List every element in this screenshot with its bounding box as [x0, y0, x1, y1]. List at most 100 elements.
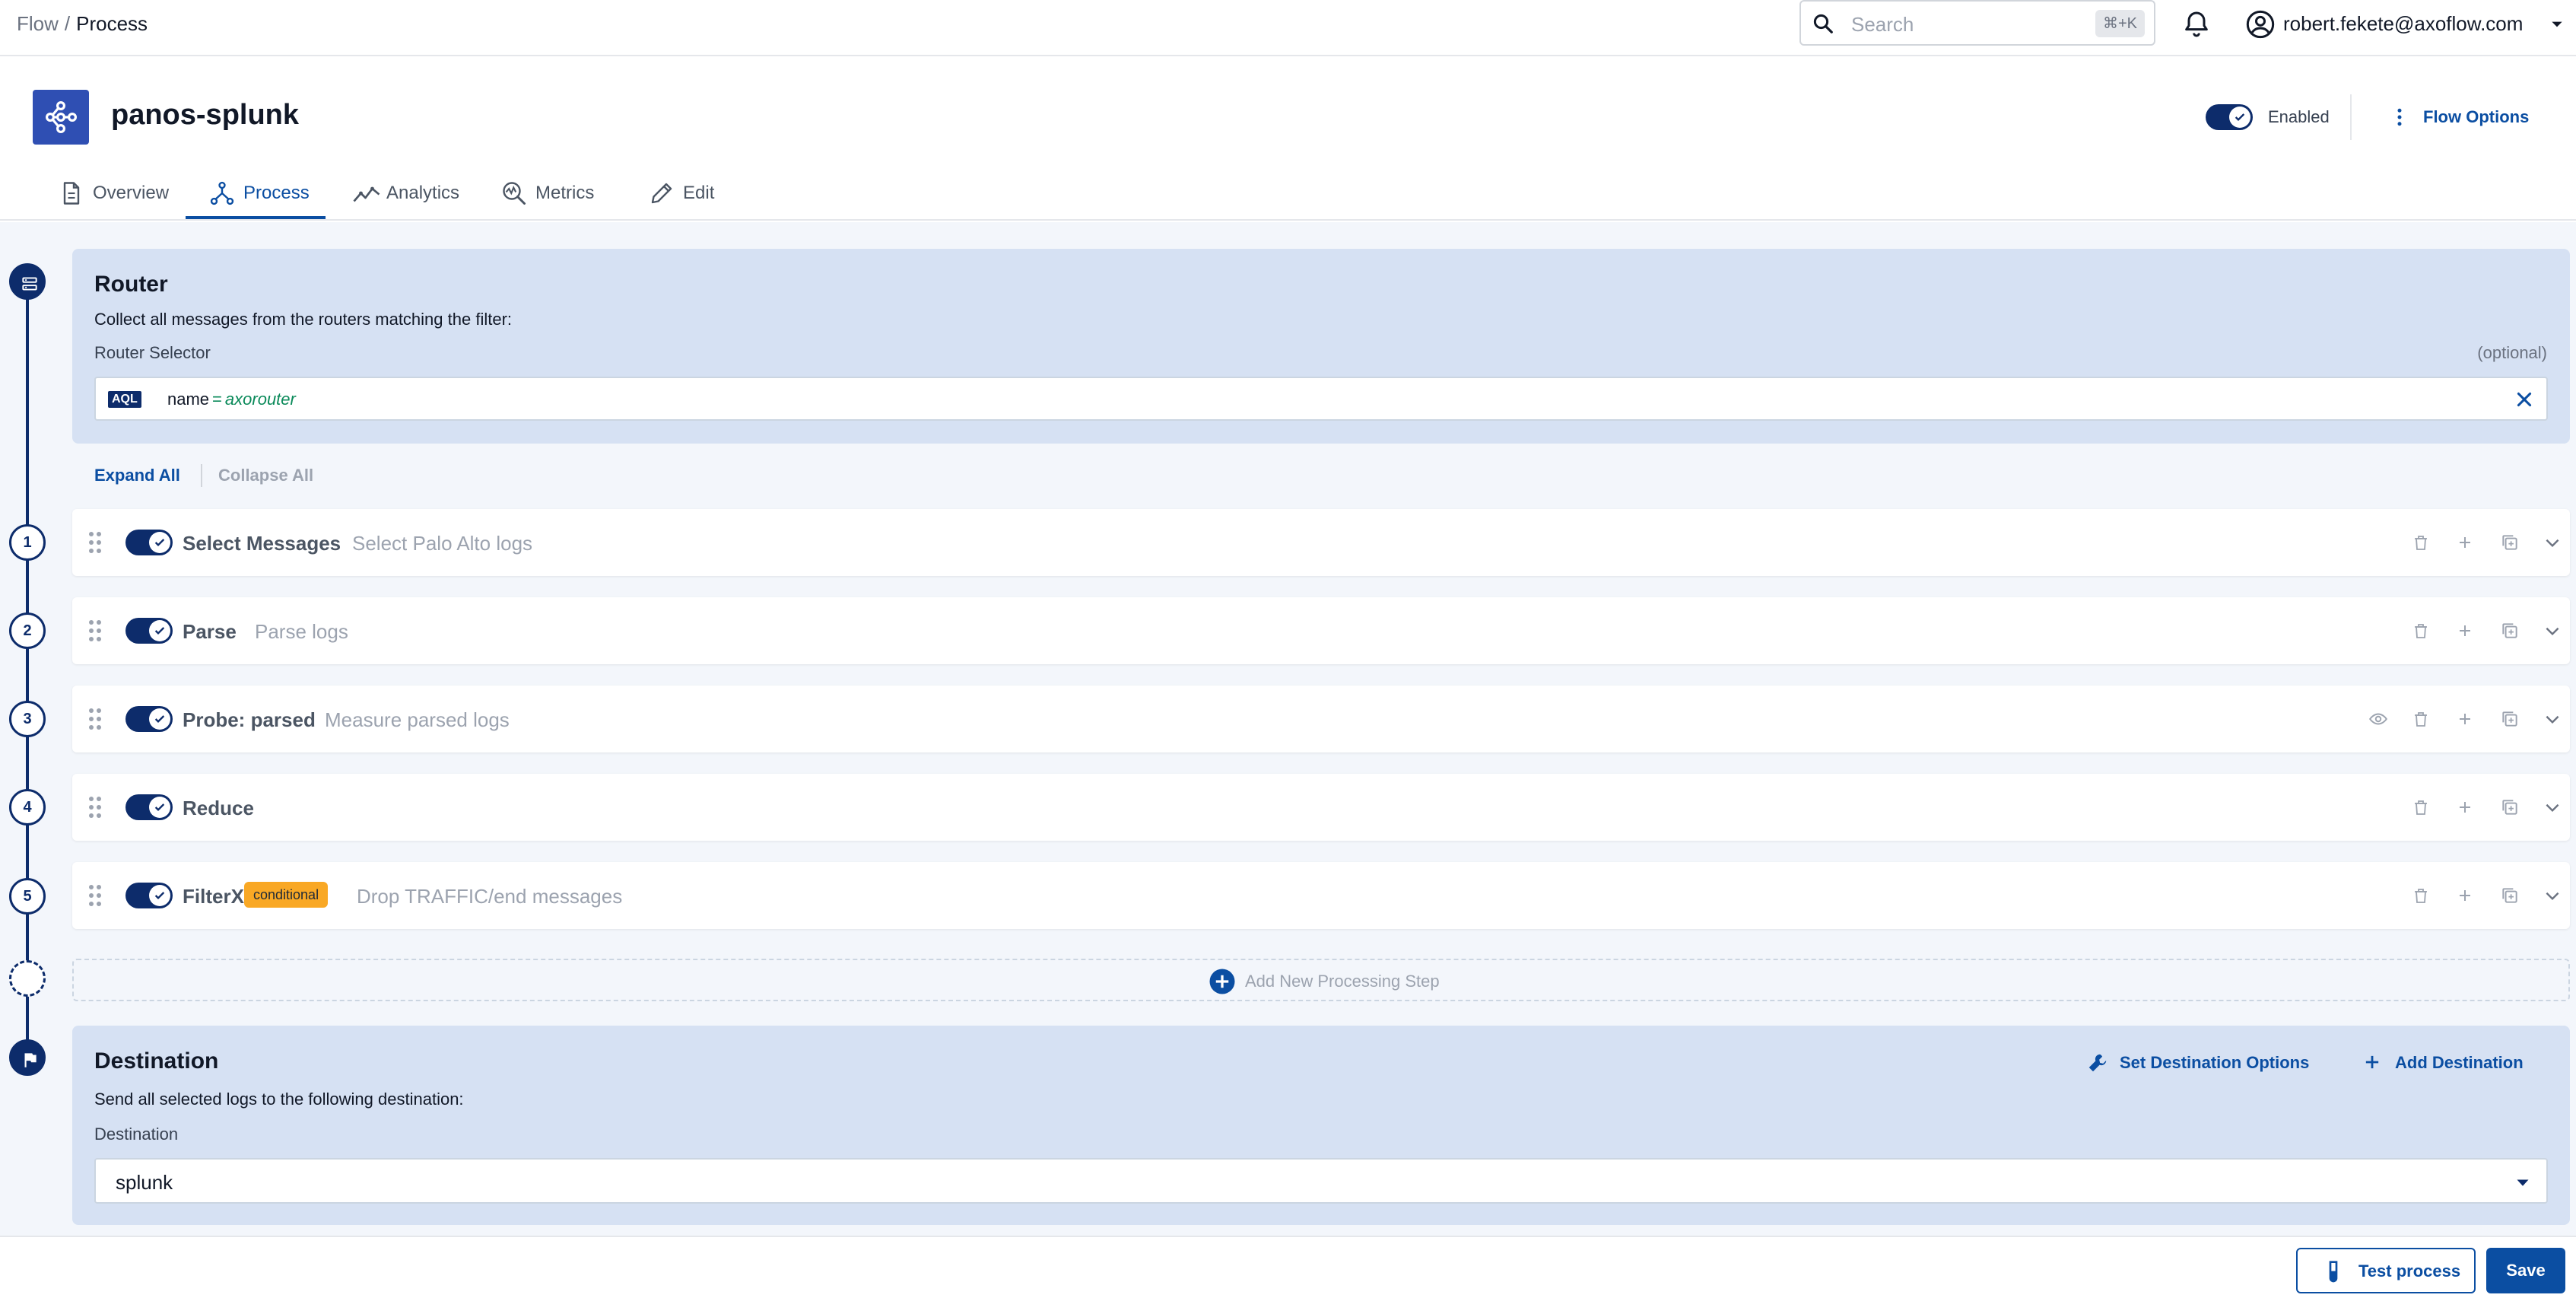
router-optional-label: (optional)	[2477, 343, 2547, 362]
timeline-add-node	[9, 960, 46, 997]
step-name: Select Messages	[183, 532, 341, 555]
account-circle-icon	[2245, 9, 2276, 40]
save-button[interactable]: Save	[2486, 1248, 2565, 1293]
chevron-down-icon[interactable]	[2543, 621, 2562, 641]
trash-icon[interactable]	[2412, 621, 2430, 641]
more-vertical-icon	[2388, 106, 2411, 129]
test-process-label: Test process	[2358, 1261, 2461, 1281]
check-icon	[2235, 113, 2245, 121]
tab-edit-label: Edit	[683, 183, 715, 203]
router-icon	[22, 277, 37, 291]
timeline-line	[26, 289, 29, 1058]
destination-description: Send all selected logs to the following …	[94, 1090, 464, 1109]
trash-icon[interactable]	[2412, 797, 2430, 817]
router-selector-input[interactable]: AQL name = axorouter	[94, 377, 2548, 421]
drag-handle-icon[interactable]	[87, 795, 103, 819]
drag-handle-icon[interactable]	[87, 883, 103, 908]
step-name: Parse	[183, 620, 237, 643]
step-enabled-toggle[interactable]	[125, 883, 173, 908]
notifications-bell-icon[interactable]	[2181, 9, 2212, 40]
set-destination-options-label: Set Destination Options	[2120, 1053, 2310, 1072]
add-processing-step-label: Add New Processing Step	[1245, 972, 1440, 991]
add-icon	[2362, 1051, 2383, 1073]
destination-title: Destination	[94, 1048, 219, 1074]
chevron-down-icon[interactable]	[2543, 886, 2562, 905]
flow-enabled-toggle[interactable]	[2206, 104, 2253, 130]
chevron-down-icon[interactable]	[2543, 797, 2562, 817]
timeline-step-1-node: 1	[9, 524, 46, 561]
add-icon[interactable]	[2456, 797, 2474, 817]
search-shortcut: ⌘+K	[2095, 10, 2145, 37]
collapse-all-button[interactable]: Collapse All	[218, 466, 313, 485]
tab-bar: Overview Process Analytics Metrics Edit	[0, 172, 2576, 221]
trash-icon[interactable]	[2412, 886, 2430, 905]
step-enabled-toggle[interactable]	[125, 794, 173, 820]
duplicate-icon[interactable]	[2500, 797, 2520, 817]
test-process-button[interactable]: Test process	[2296, 1248, 2476, 1293]
duplicate-icon[interactable]	[2500, 886, 2520, 905]
add-icon[interactable]	[2456, 709, 2474, 729]
top-bar: Flow / Process Search ⌘+K robert.fekete@ax…	[0, 0, 2576, 56]
expand-collapse-divider	[201, 464, 202, 487]
tab-analytics-label: Analytics	[386, 183, 460, 203]
eye-icon[interactable]	[2368, 709, 2389, 729]
add-processing-step-button[interactable]: Add New Processing Step	[72, 959, 2570, 1001]
router-panel: Router Collect all messages from the rou…	[72, 249, 2570, 444]
step-card-5[interactable]: FilterX conditional Drop TRAFFIC/end mes…	[72, 862, 2570, 929]
analytics-icon	[351, 180, 382, 207]
step-card-1[interactable]: Select Messages Select Palo Alto logs	[72, 509, 2570, 576]
router-description: Collect all messages from the routers ma…	[94, 310, 513, 329]
footer-bar: Test process Save	[0, 1236, 2576, 1298]
step-enabled-toggle[interactable]	[125, 530, 173, 555]
add-destination-label: Add Destination	[2395, 1053, 2524, 1072]
metrics-icon	[500, 180, 528, 207]
breadcrumb: Flow / Process	[17, 12, 148, 36]
breadcrumb-current: Process	[76, 12, 148, 35]
step-name: FilterX	[183, 885, 244, 908]
trash-icon[interactable]	[2412, 533, 2430, 552]
chevron-down-icon[interactable]	[2543, 709, 2562, 729]
step-card-2[interactable]: Parse Parse logs	[72, 597, 2570, 664]
active-tab-indicator	[186, 216, 326, 219]
chevron-down-icon[interactable]	[2543, 533, 2562, 552]
flow-network-icon	[45, 100, 77, 133]
flow-logo	[33, 90, 89, 145]
trash-icon[interactable]	[2412, 709, 2430, 729]
flow-options-label: Flow Options	[2423, 107, 2530, 126]
user-email: robert.fekete@axoflow.com	[2283, 12, 2524, 35]
search-placeholder: Search	[1851, 13, 1914, 36]
duplicate-icon[interactable]	[2500, 709, 2520, 729]
drag-handle-icon[interactable]	[87, 707, 103, 731]
chevron-down-icon	[2516, 1178, 2530, 1188]
query-value: axorouter	[224, 390, 296, 409]
tab-metrics-label: Metrics	[535, 183, 595, 203]
add-icon[interactable]	[2456, 886, 2474, 905]
pencil-icon	[648, 180, 675, 207]
search-box[interactable]: Search ⌘+K	[1799, 0, 2155, 46]
search-icon	[1812, 12, 1834, 35]
timeline-step-5-node: 5	[9, 878, 46, 915]
timeline-step-3-node: 3	[9, 701, 46, 737]
expand-all-button[interactable]: Expand All	[94, 466, 180, 485]
enabled-label: Enabled	[2268, 107, 2330, 126]
step-card-3[interactable]: Probe: parsed Measure parsed logs	[72, 686, 2570, 752]
duplicate-icon[interactable]	[2500, 533, 2520, 552]
destination-select[interactable]: splunk	[94, 1158, 2548, 1204]
duplicate-icon[interactable]	[2500, 621, 2520, 641]
breadcrumb-flow-link[interactable]: Flow	[17, 12, 59, 35]
step-card-4[interactable]: Reduce	[72, 774, 2570, 841]
timeline-step-2-node: 2	[9, 612, 46, 649]
timeline-router-node	[9, 263, 46, 300]
breadcrumb-separator: /	[64, 12, 71, 35]
step-enabled-toggle[interactable]	[125, 706, 173, 732]
add-icon[interactable]	[2456, 533, 2474, 552]
step-name: Reduce	[183, 797, 254, 819]
add-icon[interactable]	[2456, 621, 2474, 641]
step-description: Measure parsed logs	[325, 708, 510, 731]
destination-label: Destination	[94, 1125, 179, 1144]
drag-handle-icon[interactable]	[87, 619, 103, 643]
clear-icon[interactable]	[2514, 390, 2534, 409]
router-query: name = axorouter	[167, 390, 296, 409]
step-enabled-toggle[interactable]	[125, 618, 173, 644]
drag-handle-icon[interactable]	[87, 530, 103, 555]
